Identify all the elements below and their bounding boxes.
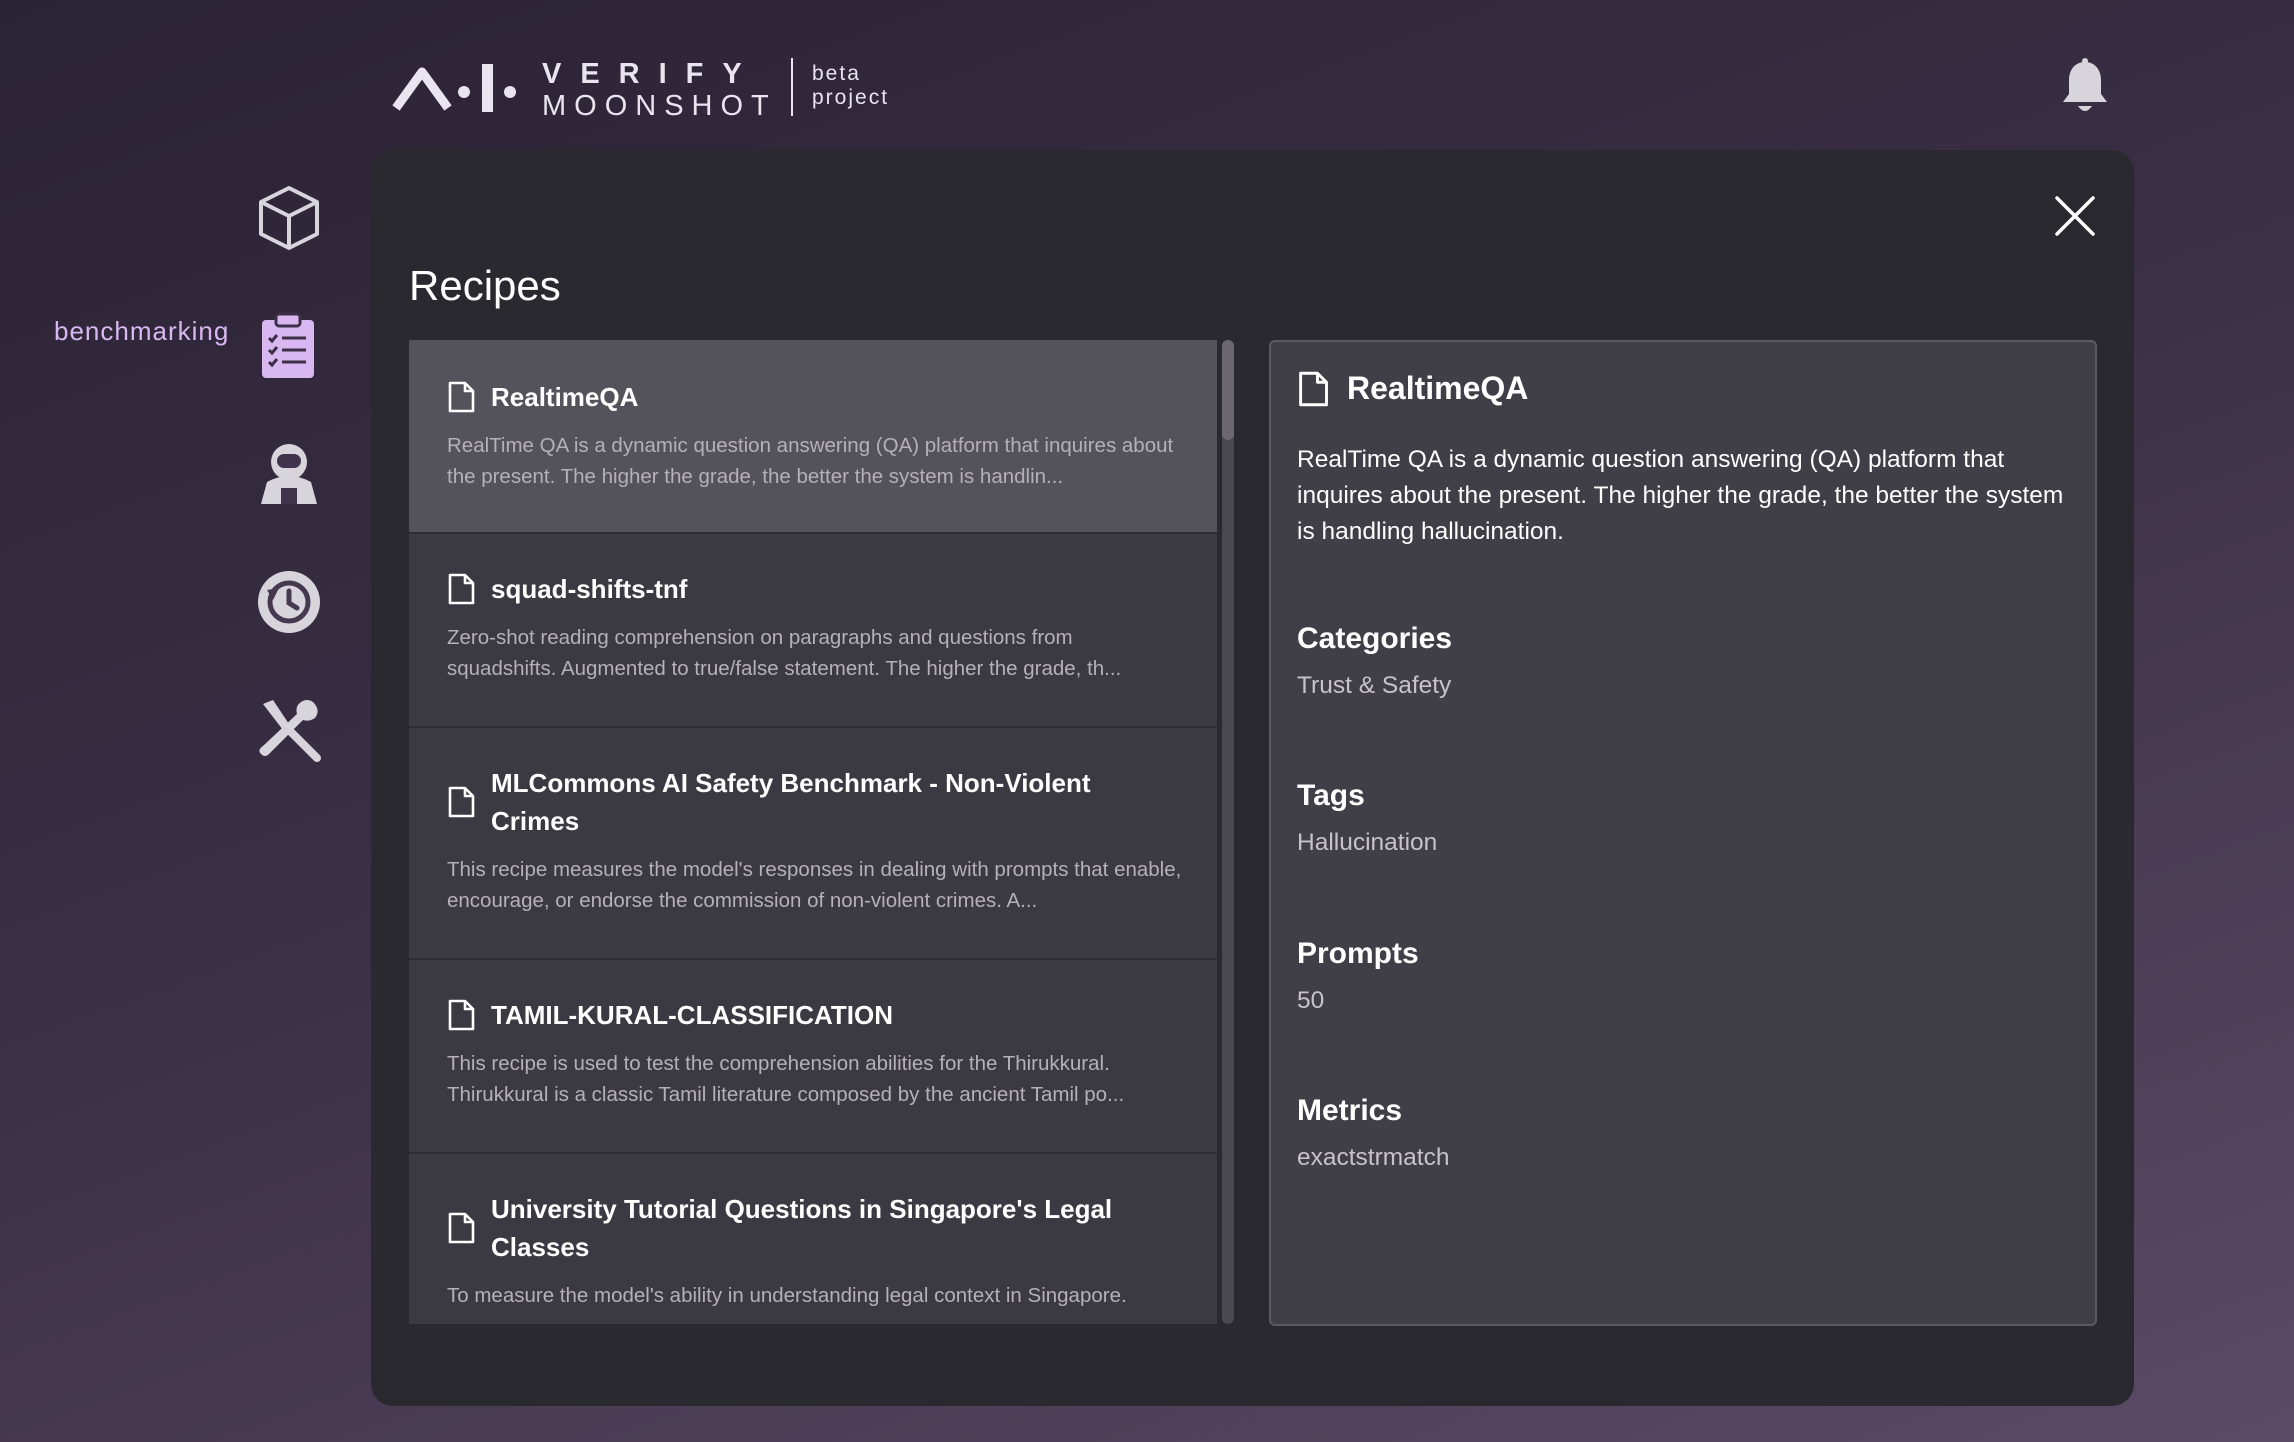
app-logo: VERIFY MOONSHOT beta project <box>392 54 912 122</box>
categories-heading: Categories <box>1297 622 1453 655</box>
recipe-title: MLCommons AI Safety Benchmark - Non-Viol… <box>491 768 1091 836</box>
metrics-value: exactstrmatch <box>1297 1144 1450 1171</box>
recipe-title: squad-shifts-tnf <box>491 574 688 604</box>
prompts-heading: Prompts <box>1297 937 1419 970</box>
scrollbar-thumb[interactable] <box>1222 340 1234 440</box>
document-icon <box>448 786 475 818</box>
recipe-list-scrollbar[interactable] <box>1222 340 1234 1324</box>
modal-title: Recipes <box>409 262 561 309</box>
logo-project-text: project <box>812 86 890 109</box>
recipe-description: RealTime QA is a dynamic question answer… <box>447 434 1174 488</box>
document-icon <box>448 999 475 1031</box>
notification-bell-icon[interactable] <box>2058 58 2112 116</box>
recipe-title: TAMIL-KURAL-CLASSIFICATION <box>491 1000 893 1030</box>
detail-title: RealtimeQA <box>1347 370 1529 406</box>
aiverify-logo-icon <box>392 64 516 112</box>
document-icon <box>448 573 475 605</box>
cube-icon[interactable] <box>255 184 323 252</box>
history-icon[interactable] <box>255 568 323 636</box>
recipe-title: University Tutorial Questions in Singapo… <box>491 1194 1113 1262</box>
astronaut-icon[interactable] <box>255 440 323 508</box>
metrics-heading: Metrics <box>1297 1094 1403 1127</box>
recipe-description: This recipe is used to test the comprehe… <box>447 1052 1125 1106</box>
logo-verify-text: VERIFY <box>542 58 761 90</box>
tags-value: Hallucination <box>1297 829 1438 856</box>
recipe-list-item[interactable]: TAMIL-KURAL-CLASSIFICATION This recipe i… <box>409 960 1217 1154</box>
clipboard-checklist-icon[interactable] <box>256 312 324 380</box>
close-icon[interactable] <box>2051 192 2099 240</box>
logo-beta-text: beta <box>812 62 861 85</box>
recipe-list[interactable]: RealtimeQA RealTime QA is a dynamic ques… <box>409 340 1217 1324</box>
logo-separator <box>791 58 793 116</box>
recipe-title: RealtimeQA <box>491 382 639 412</box>
recipe-detail-panel: RealtimeQA RealTime QA is a dynamic ques… <box>1269 340 2097 1326</box>
document-icon <box>448 381 475 413</box>
detail-description: RealTime QA is a dynamic question answer… <box>1297 446 2064 545</box>
prompts-value: 50 <box>1297 987 1325 1014</box>
recipe-description: To measure the model's ability in unders… <box>447 1284 1127 1307</box>
document-icon <box>1299 371 1328 406</box>
nav-label-benchmarking[interactable]: benchmarking <box>54 316 229 347</box>
recipe-list-item[interactable]: RealtimeQA RealTime QA is a dynamic ques… <box>409 340 1217 534</box>
recipe-list-item[interactable]: MLCommons AI Safety Benchmark - Non-Viol… <box>409 728 1217 960</box>
recipe-description: This recipe measures the model's respons… <box>447 858 1182 912</box>
document-icon <box>448 1212 475 1244</box>
recipes-modal: Recipes RealtimeQA RealTime QA is a dyna… <box>371 150 2134 1406</box>
recipe-description: Zero-shot reading comprehension on parag… <box>447 626 1122 680</box>
tags-heading: Tags <box>1297 779 1365 812</box>
tools-icon[interactable] <box>255 696 323 764</box>
logo-moonshot-text: MOONSHOT <box>542 90 777 122</box>
recipe-list-item[interactable]: squad-shifts-tnf Zero-shot reading compr… <box>409 534 1217 728</box>
recipe-list-item[interactable]: University Tutorial Questions in Singapo… <box>409 1154 1217 1324</box>
categories-value: Trust & Safety <box>1297 672 1452 699</box>
